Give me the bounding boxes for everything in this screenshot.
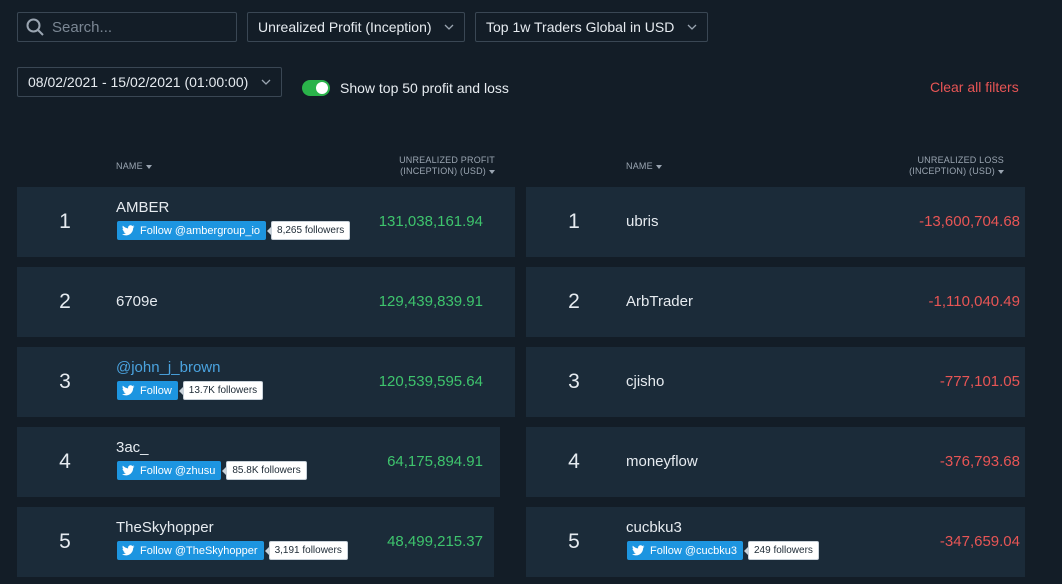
- twitter-bird-icon: [122, 465, 135, 476]
- profit-value: 131,038,161.94: [378, 213, 483, 230]
- twitter-bird-icon: [122, 225, 135, 236]
- metric-select-value: Unrealized Profit (Inception): [258, 19, 432, 35]
- follow-button[interactable]: Follow @TheSkyhopper: [117, 541, 264, 560]
- rank: 3: [568, 370, 580, 393]
- trader-name: TheSkyhopper: [116, 519, 214, 536]
- rank: 1: [568, 210, 580, 233]
- trader-name: cjisho: [626, 373, 665, 390]
- search-icon: [26, 18, 44, 36]
- follower-count: 85.8K followers: [222, 461, 307, 480]
- scope-select-value: Top 1w Traders Global in USD: [486, 19, 675, 35]
- follow-button[interactable]: Follow @zhusu: [117, 461, 222, 480]
- sort-caret-icon: [145, 164, 152, 169]
- rank: 2: [568, 290, 580, 313]
- loss-value: -13,600,704.68: [919, 213, 1020, 230]
- trader-name: 6709e: [116, 293, 158, 310]
- search-box[interactable]: [17, 12, 237, 42]
- profit-value: 64,175,894.91: [387, 453, 483, 470]
- twitter-follow: Follow @TheSkyhopper 3,191 followers: [117, 541, 348, 560]
- trader-name-link[interactable]: @john_j_brown: [116, 359, 220, 376]
- loss-value: -1,110,040.49: [928, 293, 1020, 310]
- profit-value: 48,499,215.37: [387, 533, 483, 550]
- sort-caret-icon: [998, 169, 1004, 174]
- profit-value-header[interactable]: UNREALIZED PROFIT (INCEPTION) (USD): [380, 155, 495, 177]
- follow-button[interactable]: Follow @cucbku3: [627, 541, 743, 560]
- rank: 5: [568, 530, 580, 553]
- date-range-value: 08/02/2021 - 15/02/2021 (01:00:00): [28, 74, 249, 90]
- clear-filters-link[interactable]: Clear all filters: [930, 79, 1019, 95]
- toggle-knob: [316, 82, 328, 94]
- trader-name: AMBER: [116, 199, 170, 216]
- twitter-follow: Follow @ambergroup_io 8,265 followers: [117, 221, 351, 240]
- rank: 4: [568, 450, 580, 473]
- date-range-select[interactable]: 08/02/2021 - 15/02/2021 (01:00:00): [17, 67, 282, 97]
- chevron-down-icon: [444, 24, 454, 30]
- loss-value-header[interactable]: UNREALIZED LOSS (INCEPTION) (USD): [890, 155, 1004, 177]
- profit-name-header[interactable]: NAME: [116, 161, 152, 172]
- rank: 1: [59, 210, 71, 233]
- follow-button[interactable]: Follow @ambergroup_io: [117, 221, 267, 240]
- follower-count: 13.7K followers: [178, 381, 264, 400]
- loss-value: -347,659.04: [939, 533, 1020, 550]
- follow-button[interactable]: Follow: [117, 381, 178, 400]
- trader-name: ubris: [626, 213, 659, 230]
- sort-caret-icon: [489, 169, 495, 174]
- chevron-down-icon: [687, 24, 697, 30]
- profit-value: 120,539,595.64: [378, 373, 483, 390]
- search-input[interactable]: [50, 17, 224, 37]
- top50-toggle-group: Show top 50 profit and loss: [302, 78, 509, 98]
- follower-count: 3,191 followers: [264, 541, 348, 560]
- twitter-bird-icon: [632, 545, 645, 556]
- twitter-follow: Follow @zhusu 85.8K followers: [117, 461, 307, 480]
- trader-name: 3ac_: [116, 439, 149, 456]
- trader-name: ArbTrader: [626, 293, 693, 310]
- twitter-bird-icon: [122, 385, 135, 396]
- loss-value: -777,101.05: [939, 373, 1020, 390]
- chevron-down-icon: [261, 79, 271, 85]
- twitter-follow: Follow 13.7K followers: [117, 381, 264, 400]
- rank: 4: [59, 450, 71, 473]
- trader-name: moneyflow: [626, 453, 698, 470]
- sort-caret-icon: [655, 164, 662, 169]
- profit-value: 129,439,839.91: [378, 293, 483, 310]
- loss-value: -376,793.68: [939, 453, 1020, 470]
- metric-select[interactable]: Unrealized Profit (Inception): [247, 12, 465, 42]
- trader-name: cucbku3: [626, 519, 682, 536]
- follower-count: 249 followers: [743, 541, 819, 560]
- rank: 3: [59, 370, 71, 393]
- rank: 5: [59, 530, 71, 553]
- twitter-bird-icon: [122, 545, 135, 556]
- follower-count: 8,265 followers: [267, 221, 351, 240]
- scope-select[interactable]: Top 1w Traders Global in USD: [475, 12, 708, 42]
- twitter-follow: Follow @cucbku3 249 followers: [627, 541, 819, 560]
- top50-toggle-label: Show top 50 profit and loss: [340, 80, 509, 96]
- loss-name-header[interactable]: NAME: [626, 161, 662, 172]
- rank: 2: [59, 290, 71, 313]
- top50-toggle[interactable]: [302, 80, 330, 96]
